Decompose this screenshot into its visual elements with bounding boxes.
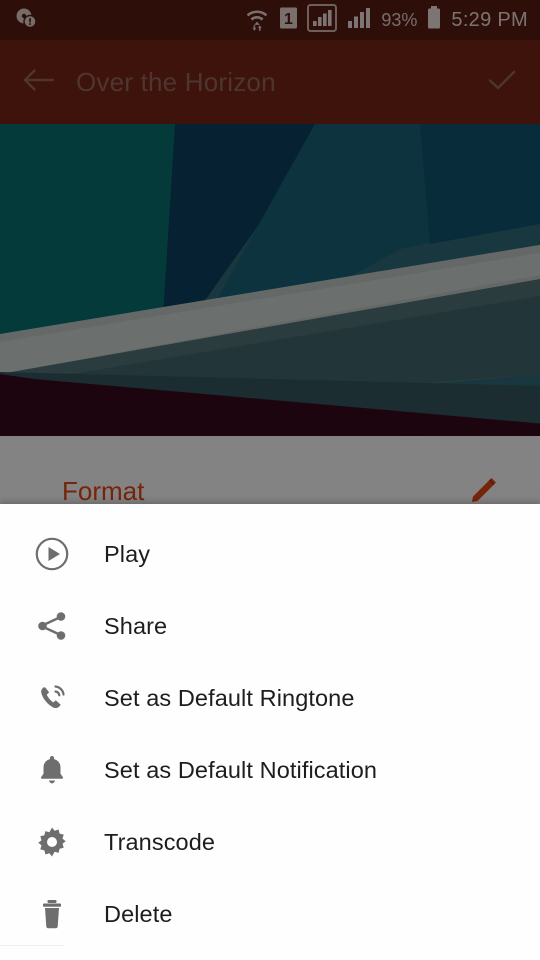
trash-icon: [18, 896, 86, 932]
ringtone-phone-icon: [18, 680, 86, 716]
menu-item-set-notification[interactable]: Set as Default Notification: [0, 734, 540, 806]
menu-item-label: Set as Default Ringtone: [104, 684, 355, 711]
menu-list: Play Share Set as Default Ringtone Set a…: [0, 504, 540, 950]
menu-item-label: Share: [104, 612, 168, 639]
bell-icon: [18, 752, 86, 788]
bottom-sheet-menu: Play Share Set as Default Ringtone Set a…: [0, 504, 540, 960]
menu-item-label: Transcode: [104, 828, 216, 855]
share-icon: [18, 608, 86, 644]
menu-item-play[interactable]: Play: [0, 518, 540, 590]
sheet-bottom-divider: [0, 945, 64, 946]
menu-item-label: Play: [104, 540, 151, 567]
menu-item-share[interactable]: Share: [0, 590, 540, 662]
menu-item-transcode[interactable]: Transcode: [0, 806, 540, 878]
menu-item-label: Set as Default Notification: [104, 756, 378, 783]
menu-item-delete[interactable]: Delete: [0, 878, 540, 950]
modal-scrim[interactable]: [0, 0, 540, 504]
gear-icon: [18, 824, 86, 860]
play-circle-icon: [18, 536, 86, 572]
menu-item-label: Delete: [104, 900, 173, 927]
menu-item-set-ringtone[interactable]: Set as Default Ringtone: [0, 662, 540, 734]
